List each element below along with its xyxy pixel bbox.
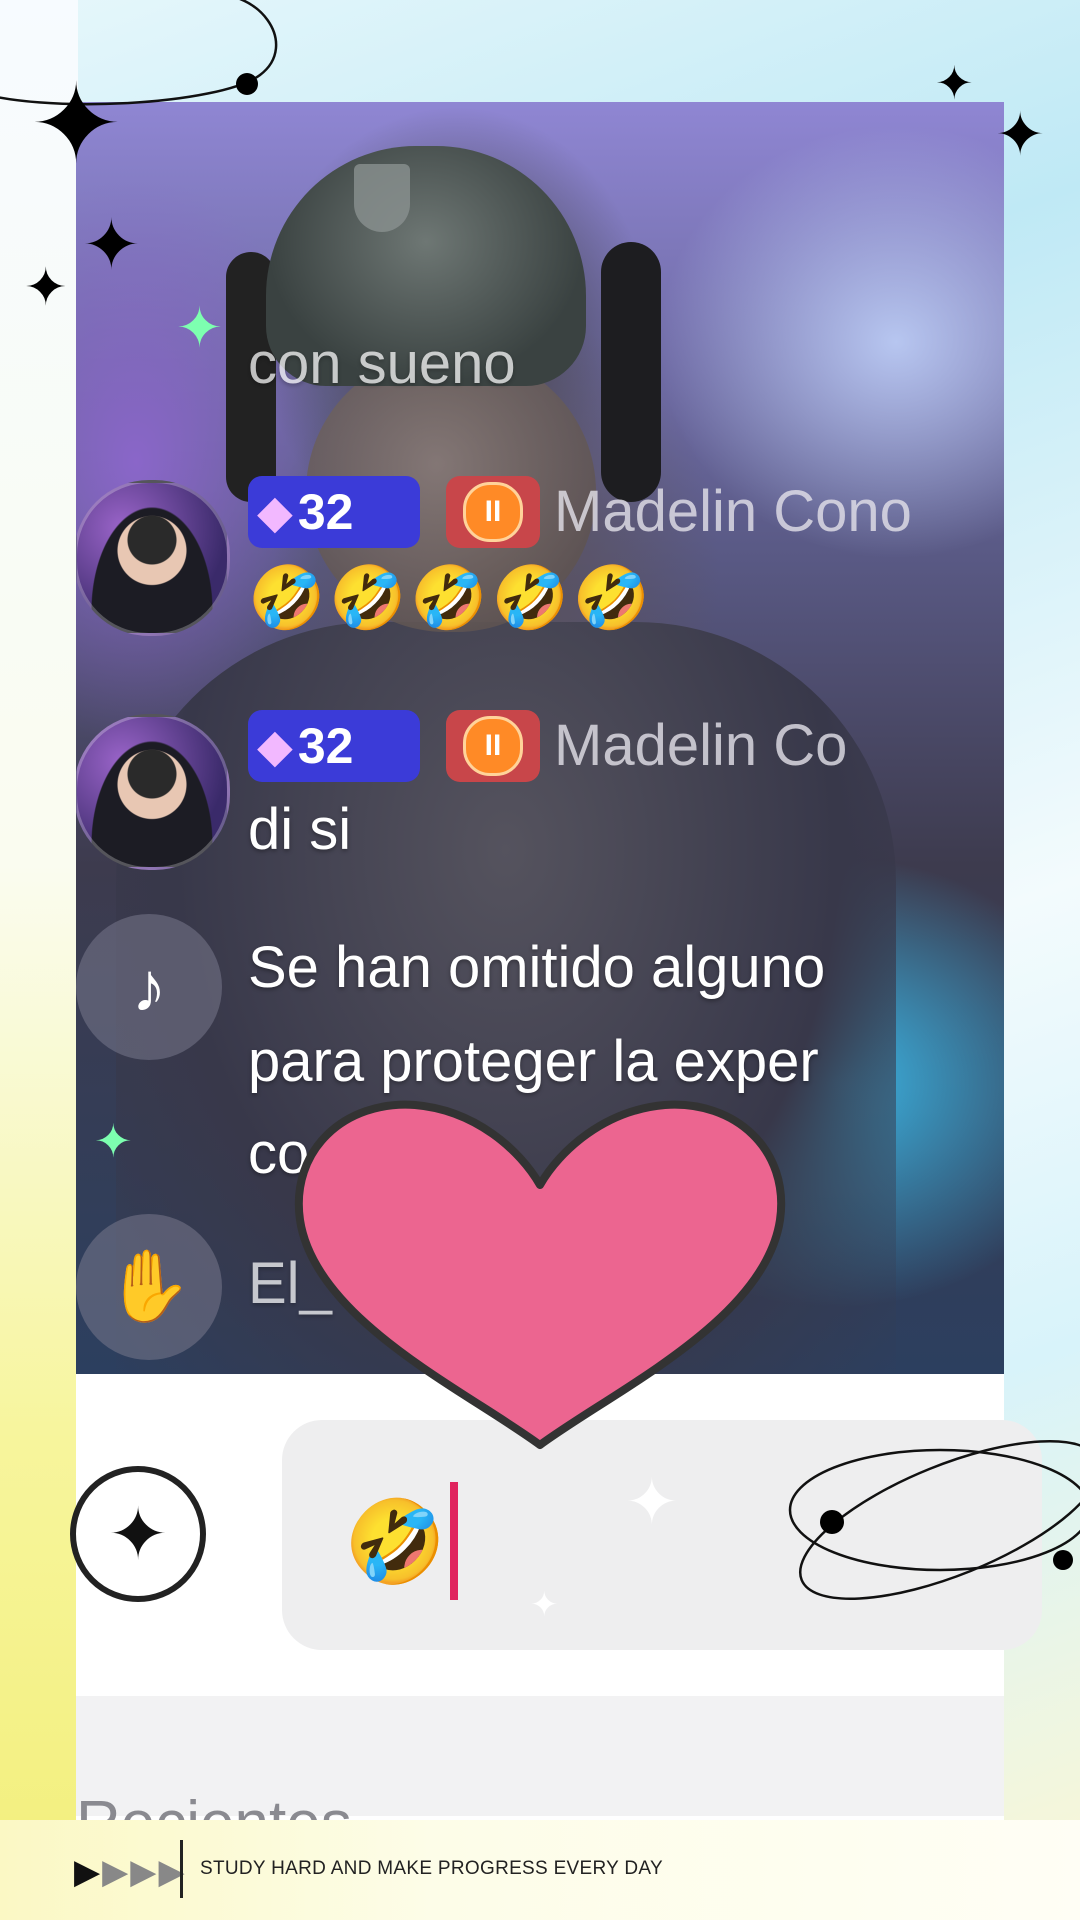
fan-club-badge: II <box>446 710 540 782</box>
sparkle-icon: ✦ <box>82 206 141 284</box>
comment-input-value: 🤣 <box>344 1497 447 1588</box>
level-badge-value: 32 <box>297 718 354 774</box>
sparkle-chat-icon[interactable]: ✦ <box>70 1466 206 1602</box>
chat-username[interactable]: Madelin Co <box>554 710 847 782</box>
sparkle-icon: ✦ <box>176 296 223 359</box>
sparkle-icon: ✦ <box>935 57 974 109</box>
level-badge: ◆ 32 <box>248 476 420 548</box>
wave-hand-icon: ✋ <box>76 1214 222 1360</box>
orbit-decoration-icon <box>788 1440 1080 1600</box>
fan-club-badge: II <box>446 476 540 548</box>
sparkle-icon: ✦ <box>530 1586 559 1624</box>
sparkle-icon: ✦ <box>24 259 68 317</box>
sparkle-icon: ✦ <box>94 1115 133 1167</box>
level-badge: ◆ 32 <box>248 710 420 782</box>
footer-tagline: STUDY HARD AND MAKE PROGRESS EVERY DAY <box>200 1858 663 1879</box>
chat-message-text: di si <box>248 797 352 862</box>
user-avatar[interactable] <box>76 480 230 636</box>
sparkle-icon: ✦ <box>30 63 123 186</box>
text-caret <box>450 1482 458 1600</box>
system-notice-line2: para proteger la exper <box>248 1029 819 1094</box>
play-arrows-icon: ▶▶▶▶ <box>74 1853 187 1891</box>
heart-sticker-icon <box>294 1100 786 1449</box>
chat-message-text: con sueno <box>248 331 516 396</box>
level-badge-value: 32 <box>297 484 354 540</box>
system-notice-line1: Se han omitido alguno <box>248 935 826 1000</box>
fan-heart-icon: II <box>463 716 523 776</box>
recent-label: Recientes <box>76 1789 352 1824</box>
tiktok-icon: ♪ <box>76 914 222 1060</box>
footer-divider <box>180 1840 183 1898</box>
chat-message-emojis: 🤣🤣🤣🤣🤣 <box>248 564 654 633</box>
fan-heart-icon: II <box>463 482 523 542</box>
diamond-icon: ◆ <box>258 487 292 537</box>
sparkle-icon: ✦ <box>995 101 1046 168</box>
sparkle-icon: ✦ <box>625 1466 679 1538</box>
user-avatar[interactable] <box>76 714 230 870</box>
diamond-icon: ◆ <box>258 721 292 771</box>
chat-username[interactable]: Madelin Cono <box>554 476 912 548</box>
